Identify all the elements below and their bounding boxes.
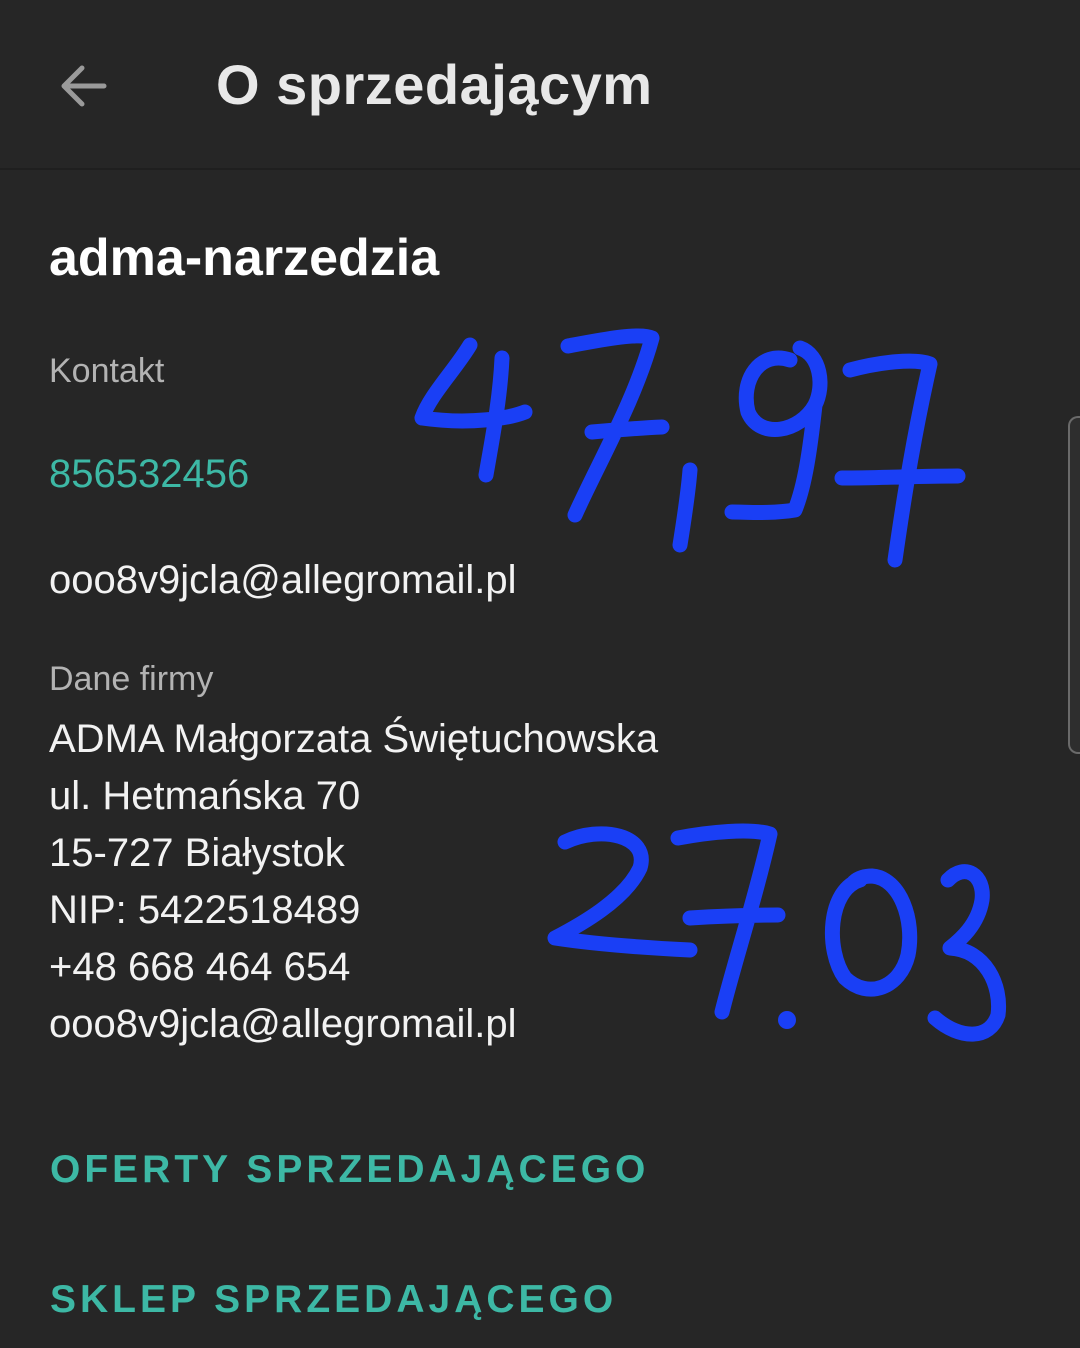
page-title: O sprzedającym [216, 53, 653, 116]
back-button[interactable] [48, 50, 120, 122]
seller-name: adma-narzedzia [49, 229, 440, 287]
arrow-left-icon [61, 65, 107, 107]
company-name: ADMA Małgorzata Świętuchowska [49, 717, 659, 761]
contact-phone-link[interactable]: 856532456 [49, 452, 249, 497]
scrollbar[interactable] [1068, 416, 1080, 754]
company-nip: NIP: 5422518489 [49, 888, 361, 932]
seller-info-screen: O sprzedającym adma-narzedzia Kontakt 85… [0, 0, 1080, 1348]
seller-shop-button[interactable]: SKLEP SPRZEDAJĄCEGO [50, 1278, 617, 1322]
company-label: Dane firmy [49, 660, 214, 698]
seller-offers-button[interactable]: OFERTY SPRZEDAJĄCEGO [50, 1148, 649, 1192]
company-city: 15-727 Białystok [49, 831, 345, 875]
company-street: ul. Hetmańska 70 [49, 774, 361, 818]
company-phone: +48 668 464 654 [49, 945, 351, 989]
contact-label: Kontakt [49, 352, 165, 390]
contact-email: ooo8v9jcla@allegromail.pl [49, 558, 517, 602]
company-email: ooo8v9jcla@allegromail.pl [49, 1002, 517, 1046]
company-details: ADMA Małgorzata Świętuchowska ul. Hetmań… [49, 711, 658, 1053]
app-bar: O sprzedającym [0, 0, 1080, 170]
handwritten-note-top [414, 328, 966, 568]
